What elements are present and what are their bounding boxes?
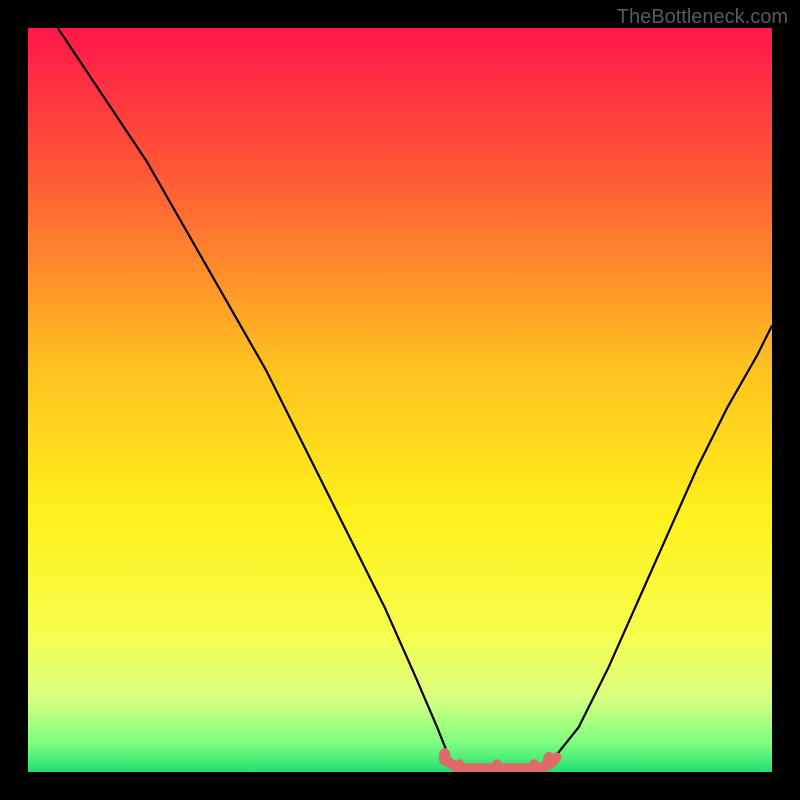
watermark-text: TheBottleneck.com	[617, 6, 788, 29]
marker-dot	[439, 748, 451, 766]
gradient-background	[28, 28, 772, 772]
chart-frame	[28, 28, 772, 772]
chart-svg	[28, 28, 772, 772]
marker-dot	[543, 752, 555, 770]
